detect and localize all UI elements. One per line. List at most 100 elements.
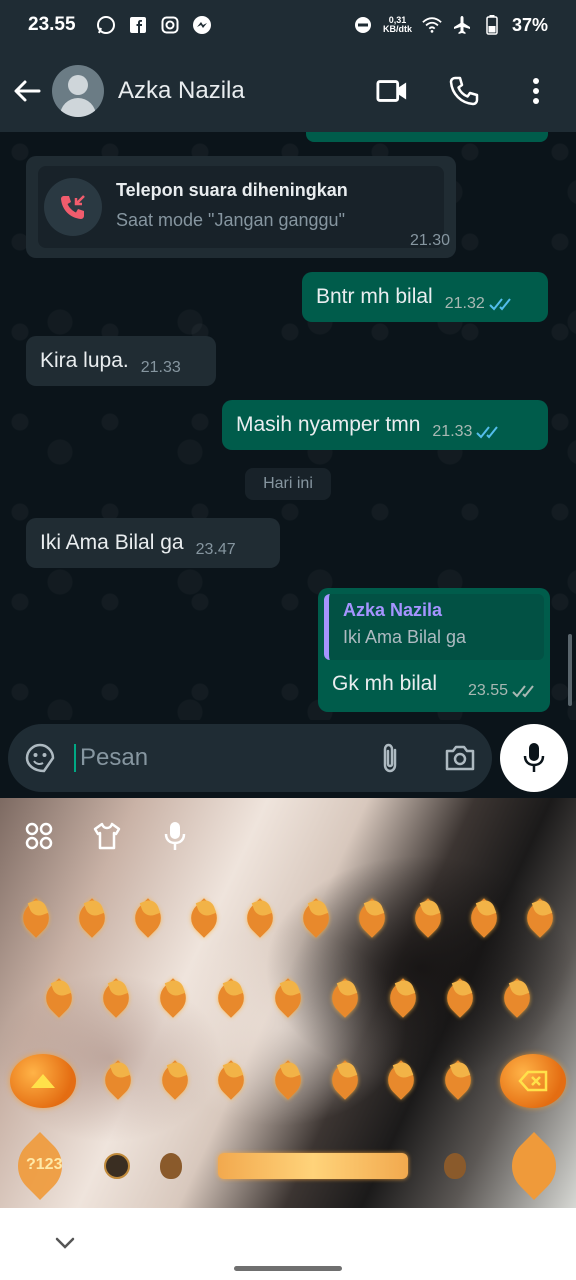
hide-keyboard-button[interactable] (52, 1232, 78, 1254)
keyboard-key[interactable] (382, 977, 423, 1018)
keyboard-key[interactable] (128, 897, 168, 938)
video-call-icon (376, 80, 407, 102)
chevron-down-icon (55, 1237, 75, 1249)
missed-call-title: Telepon suara diheningkan (116, 180, 348, 200)
grid-menu-icon (25, 822, 53, 850)
contact-name[interactable]: Azka Nazila (118, 77, 245, 105)
keyboard-key[interactable] (210, 977, 251, 1018)
voice-call-icon (449, 76, 479, 106)
message-text: Gk mh bilal (332, 672, 438, 695)
default-avatar-head (68, 75, 88, 95)
keyboard-key[interactable] (155, 1059, 195, 1100)
status-time: 23.55 (28, 14, 76, 35)
message-input[interactable] (74, 744, 344, 772)
shift-arrow-icon (31, 1074, 55, 1088)
keyboard-toolbar (0, 816, 576, 856)
shift-key[interactable] (10, 1054, 76, 1108)
camera-icon (445, 745, 475, 771)
keyboard-key[interactable] (16, 897, 56, 938)
emoji-button[interactable] (22, 740, 58, 776)
message-text: Masih nyamper tmn (236, 413, 421, 436)
date-divider: Hari ini (245, 468, 331, 500)
keyboard-key[interactable] (211, 1059, 252, 1100)
battery-icon (482, 15, 502, 35)
keyboard-key[interactable] (153, 977, 194, 1018)
keyboard-key[interactable] (268, 977, 308, 1018)
keyboard-key[interactable] (268, 1059, 308, 1100)
keyboard-key[interactable] (381, 1059, 421, 1100)
keyboard-emoji-icon[interactable] (104, 1153, 130, 1179)
chat-messages[interactable]: Telepon suara diheningkan Saat mode "Jan… (0, 132, 576, 720)
keyboard-key[interactable] (464, 897, 504, 938)
voice-message-button[interactable] (500, 724, 568, 792)
whatsapp-icon (96, 15, 116, 35)
shirt-icon (93, 822, 121, 850)
message-time: 21.33 (140, 359, 181, 376)
message-text: Iki Ama Bilal ga (40, 531, 184, 554)
comma-key[interactable] (160, 1153, 182, 1179)
keyboard-key[interactable] (96, 977, 136, 1018)
message-bubble-in[interactable]: Iki Ama Bilal ga 23.47 (26, 518, 280, 568)
message-bubble-out[interactable]: Masih nyamper tmn 21.33 (222, 400, 548, 450)
airplane-mode-icon (452, 15, 472, 35)
keyboard-key[interactable] (437, 1059, 478, 1100)
message-composer (0, 720, 576, 798)
home-gesture-handle[interactable] (234, 1266, 342, 1271)
reply-message-bubble[interactable]: Azka Nazila Iki Ama Bilal ga Gk mh bilal… (318, 588, 550, 712)
more-options-button[interactable] (520, 75, 552, 107)
chat-header: Azka Nazila (0, 50, 576, 132)
missed-call-message[interactable]: Telepon suara diheningkan Saat mode "Jan… (26, 156, 456, 258)
keyboard-menu-button[interactable] (22, 819, 56, 853)
keyboard-key[interactable] (72, 897, 112, 938)
network-speed: 0,31 KB/dtk (383, 16, 412, 34)
keyboard-key[interactable] (408, 897, 448, 938)
keyboard-key[interactable] (324, 1059, 365, 1100)
keyboard-key[interactable] (184, 897, 224, 938)
voice-call-button[interactable] (448, 75, 480, 107)
camera-button[interactable] (442, 740, 478, 776)
keyboard-row-1 (8, 897, 568, 938)
space-bar[interactable] (218, 1153, 408, 1179)
delivered-receipt-icon (512, 685, 534, 698)
keyboard-key[interactable] (98, 1059, 139, 1100)
missed-call-card[interactable]: Telepon suara diheningkan Saat mode "Jan… (38, 166, 444, 248)
message-bubble-out[interactable]: Bntr mh bilal 21.32 (302, 272, 548, 322)
keyboard-key[interactable] (325, 977, 366, 1018)
period-key[interactable] (444, 1153, 466, 1179)
backspace-key[interactable] (500, 1054, 566, 1108)
emoji-sticker-icon (25, 743, 55, 773)
backspace-icon (518, 1070, 548, 1092)
video-call-button[interactable] (376, 75, 408, 107)
status-bar: 23.55 0,31 KB/dtk 37% (0, 0, 576, 50)
messenger-icon (192, 15, 212, 35)
message-time: 21.32 (444, 295, 485, 312)
missed-call-subtitle: Saat mode "Jangan ganggu" (116, 210, 345, 230)
keyboard-key[interactable] (497, 977, 538, 1018)
attach-icon (383, 743, 397, 773)
quoted-message[interactable]: Azka Nazila Iki Ama Bilal ga (324, 594, 544, 660)
keyboard-key[interactable] (520, 897, 560, 938)
enter-key[interactable] (500, 1132, 568, 1200)
chat-scrollbar[interactable] (568, 634, 572, 706)
instagram-icon (160, 15, 180, 35)
keyboard-theme-button[interactable] (90, 819, 124, 853)
message-time: 23.55 (467, 682, 508, 699)
back-button[interactable] (10, 71, 44, 111)
keyboard-key[interactable] (440, 977, 480, 1018)
keyboard-mic-icon (164, 822, 186, 850)
keyboard-key[interactable] (352, 897, 392, 938)
keyboard-key[interactable] (38, 977, 79, 1018)
previous-message-partial[interactable] (306, 132, 548, 142)
wifi-icon (422, 15, 442, 35)
keyboard-voice-button[interactable] (158, 819, 192, 853)
message-input-container (8, 724, 492, 792)
keyboard[interactable]: ?123 (0, 798, 576, 1208)
keyboard-bottom-row: ?123 (0, 1132, 576, 1200)
contact-avatar[interactable] (52, 65, 104, 117)
missed-call-icon (44, 178, 102, 236)
keyboard-key[interactable] (296, 897, 336, 938)
numeric-mode-key[interactable]: ?123 (6, 1132, 80, 1200)
attach-button[interactable] (372, 740, 408, 776)
keyboard-key[interactable] (240, 897, 280, 938)
message-bubble-in[interactable]: Kira lupa. 21.33 (26, 336, 216, 386)
